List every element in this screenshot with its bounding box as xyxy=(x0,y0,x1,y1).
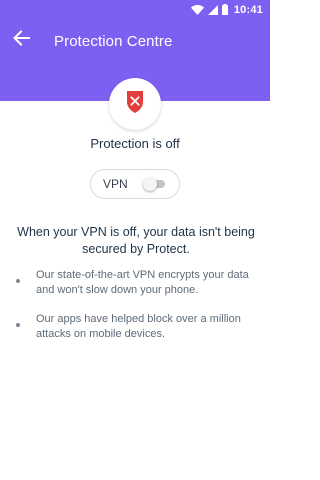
battery-icon xyxy=(221,4,228,15)
vpn-toggle-control[interactable]: VPN xyxy=(90,169,180,199)
benefit-text: Our state-of-the-art VPN encrypts your d… xyxy=(36,269,249,296)
protection-badge xyxy=(109,78,161,130)
wifi-icon xyxy=(190,4,204,15)
status-bar: 10:41 xyxy=(0,0,270,19)
screen: 10:41 Protection Centre Protection is of… xyxy=(0,0,270,480)
vpn-label: VPN xyxy=(103,177,128,191)
vpn-toggle-switch[interactable] xyxy=(142,177,165,191)
shield-x-icon xyxy=(125,90,145,119)
bullet-dot xyxy=(16,323,20,327)
protection-status-title: Protection is off xyxy=(90,136,180,151)
toggle-thumb xyxy=(142,177,157,191)
status-time: 10:41 xyxy=(233,3,263,16)
back-button[interactable] xyxy=(8,27,34,53)
arrow-left-icon xyxy=(12,29,30,52)
page-title: Protection Centre xyxy=(54,33,173,50)
signal-icon xyxy=(207,4,218,15)
benefit-text: Our apps have helped block over a millio… xyxy=(36,313,241,340)
bullet-dot xyxy=(16,279,20,283)
vpn-warning-text: When your VPN is off, your data isn't be… xyxy=(17,225,255,256)
